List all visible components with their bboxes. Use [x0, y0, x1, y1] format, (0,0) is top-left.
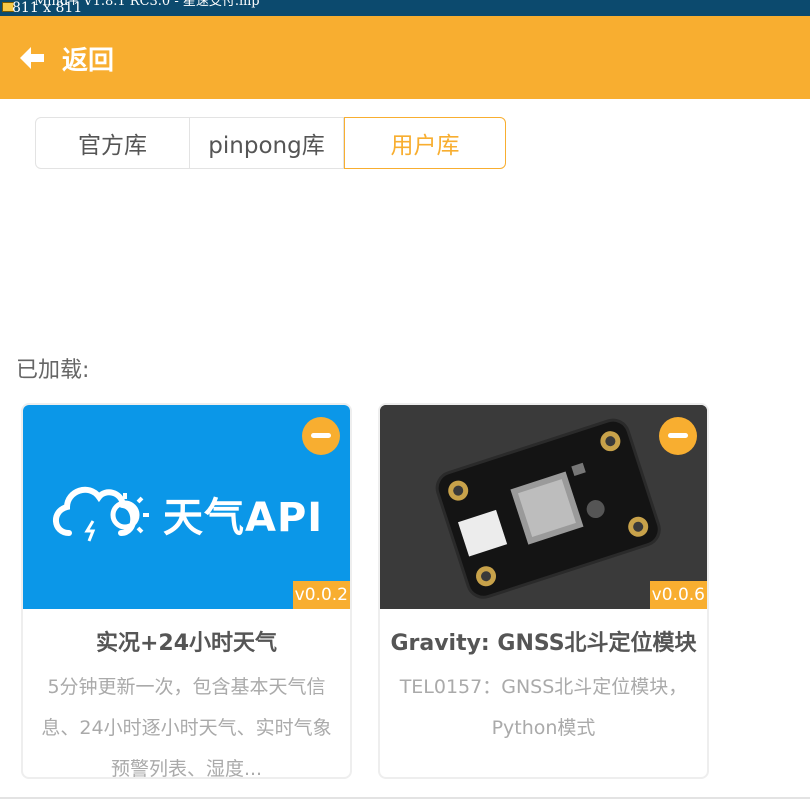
extension-card-gnss[interactable]: v0.0.6 Gravity: GNSS北斗定位模块 TEL0157：GNSS北…	[378, 403, 709, 779]
gnss-module-photo	[380, 405, 707, 609]
extension-card-weather[interactable]: 天气API v0.0.2 实况+24小时天气 5分钟更新一次，包含基本天气信息、…	[21, 403, 352, 779]
loaded-section-label: 已加载:	[16, 358, 90, 383]
extension-description: TEL0157：GNSS北斗定位模块，Python模式	[399, 676, 688, 739]
tab-official-library[interactable]: 官方库	[35, 117, 190, 169]
back-button[interactable]: 返回	[18, 40, 114, 76]
extension-image: 天气API v0.0.2	[23, 405, 350, 609]
extension-title: 实况+24小时天气	[95, 631, 278, 656]
size-readout: 811 x 811	[12, 0, 83, 16]
library-tabs: 官方库 pinpong库 用户库	[35, 117, 506, 169]
back-label: 返回	[62, 45, 115, 76]
remove-extension-button[interactable]	[659, 417, 697, 455]
version-badge: v0.0.2	[292, 581, 350, 609]
tab-user-library[interactable]: 用户库	[344, 117, 506, 169]
divider	[0, 797, 810, 799]
extension-image: v0.0.6	[380, 405, 707, 609]
weather-logo-text: 天气API	[163, 495, 324, 541]
version-badge: v0.0.6	[649, 581, 707, 609]
arrow-left-icon	[20, 47, 44, 69]
remove-extension-button[interactable]	[302, 417, 340, 455]
tab-pinpong-library[interactable]: pinpong库	[190, 117, 344, 169]
header-bar: 返回	[0, 16, 810, 99]
extension-title: Gravity: GNSS北斗定位模块	[390, 631, 697, 656]
extension-description: 5分钟更新一次，包含基本天气信息、24小时逐小时天气、实时气象预警列表、湿度..…	[41, 676, 332, 779]
window-titlebar: Mind+ V1.8.1 RC3.0 - 星速支付.mp 811 x 811	[0, 0, 810, 16]
